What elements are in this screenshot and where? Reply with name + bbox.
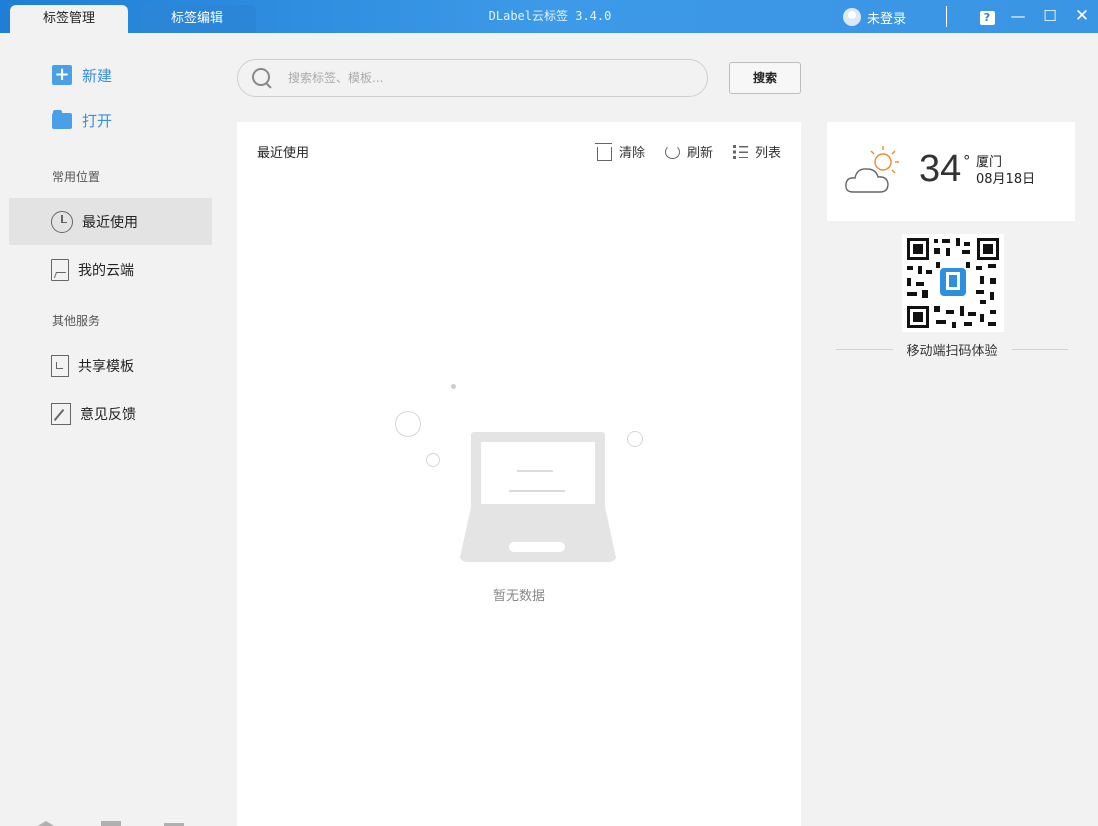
temperature: 34 xyxy=(919,148,962,190)
minimize-button[interactable]: — xyxy=(1008,6,1028,26)
new-label: 新建 xyxy=(82,66,113,85)
weather-widget: 34 ° 厦门 08月18日 xyxy=(827,122,1075,221)
search-bar xyxy=(237,59,708,97)
login-label: 未登录 xyxy=(867,11,907,27)
empty-illustration xyxy=(387,377,657,567)
tab-label-editor[interactable]: 标签编辑 xyxy=(138,5,256,33)
maximize-button[interactable]: ☐ xyxy=(1040,6,1060,26)
sidebar-item-label: 共享模板 xyxy=(78,358,134,375)
recent-panel: 最近使用 清除 刷新 列表 暂无数据 xyxy=(237,122,801,826)
basket-icon xyxy=(594,142,612,161)
avatar-icon xyxy=(843,8,861,26)
decor-circle xyxy=(627,431,643,447)
sidebar-item-feedback[interactable]: 意见反馈 xyxy=(9,390,212,437)
open-button[interactable]: 打开 xyxy=(52,107,112,133)
clear-label: 清除 xyxy=(618,146,645,161)
sidebar-item-label: 我的云端 xyxy=(78,262,134,279)
list-view-button[interactable]: 列表 xyxy=(732,142,781,161)
refresh-label: 刷新 xyxy=(686,146,713,161)
search-button[interactable]: 搜索 xyxy=(729,62,801,94)
decor-circle xyxy=(426,453,440,467)
edit-icon xyxy=(51,402,71,425)
sidebar-item-my-cloud[interactable]: 我的云端 xyxy=(9,246,212,293)
bottom-toolbar xyxy=(0,817,222,826)
refresh-icon xyxy=(664,144,680,159)
clear-button[interactable]: 清除 xyxy=(594,142,645,161)
decor-dot xyxy=(451,384,456,389)
panel-title: 最近使用 xyxy=(257,146,310,161)
empty-tray-icon xyxy=(459,432,617,562)
clock-icon xyxy=(51,210,73,233)
folder-icon xyxy=(52,110,72,130)
title-bar: 标签管理 标签编辑 DLabel云标签 3.4.0 未登录 ? — ☐ ✕ xyxy=(0,0,1098,33)
cloud-doc-icon xyxy=(51,258,69,281)
partly-cloudy-icon xyxy=(845,146,899,193)
box-icon[interactable] xyxy=(101,821,121,826)
sidebar-item-label: 意见反馈 xyxy=(80,406,136,423)
sidebar-item-recent[interactable]: 最近使用 xyxy=(9,198,212,245)
new-button[interactable]: + 新建 xyxy=(52,62,112,88)
section-other-services: 其他服务 xyxy=(52,314,101,328)
sidebar-item-label: 最近使用 xyxy=(82,214,138,231)
qr-caption: 移动端扫码体验 xyxy=(836,340,1069,359)
app-title: DLabel云标签 3.4.0 xyxy=(488,9,612,23)
tab-label-management[interactable]: 标签管理 xyxy=(10,5,128,33)
login-button[interactable]: 未登录 xyxy=(843,7,906,27)
plus-icon: + xyxy=(52,65,72,85)
list-icon xyxy=(732,144,748,159)
weather-date: 08月18日 xyxy=(976,172,1036,187)
titlebar-divider xyxy=(946,6,947,27)
search-icon xyxy=(252,68,272,88)
refresh-button[interactable]: 刷新 xyxy=(664,142,713,161)
qr-caption-text: 移动端扫码体验 xyxy=(906,344,998,359)
open-label: 打开 xyxy=(82,111,113,130)
degree-symbol: ° xyxy=(963,152,971,170)
list-label: 列表 xyxy=(754,146,781,161)
qr-code-image xyxy=(902,234,1004,332)
panel-toolbar: 清除 刷新 列表 xyxy=(577,142,781,161)
help-icon: ? xyxy=(979,11,995,25)
sidebar-item-shared-templates[interactable]: 共享模板 xyxy=(9,342,212,389)
help-button[interactable]: ? xyxy=(977,6,997,26)
sidebar: + 新建 打开 常用位置 最近使用 我的云端 其他服务 共享模板 意见反馈 xyxy=(0,33,222,826)
home-icon[interactable] xyxy=(36,821,56,826)
share-template-icon xyxy=(51,354,69,377)
section-common-locations: 常用位置 xyxy=(52,170,101,184)
decor-circle xyxy=(395,411,421,437)
close-button[interactable]: ✕ xyxy=(1072,6,1092,26)
search-input[interactable] xyxy=(288,71,668,85)
empty-state-text: 暂无数据 xyxy=(492,589,545,604)
